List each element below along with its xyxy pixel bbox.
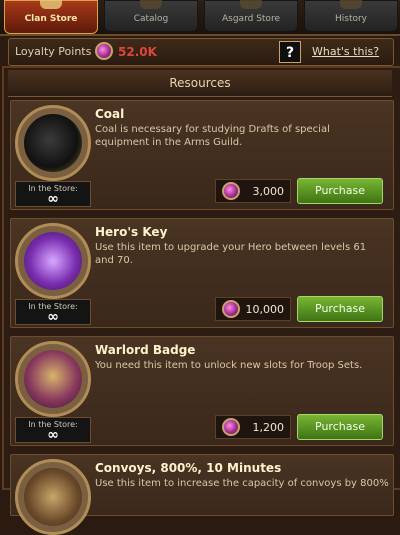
tab-catalog[interactable]: Catalog xyxy=(104,0,198,32)
price-box: 10,000 xyxy=(215,297,291,321)
item-name: Hero's Key xyxy=(95,225,168,239)
tab-asgard-store[interactable]: Asgard Store xyxy=(204,0,298,32)
history-icon xyxy=(340,0,362,9)
item-description: Coal is necessary for studying Drafts of… xyxy=(95,124,330,148)
store-item: Hero's Key Use this item to upgrade your… xyxy=(10,218,394,328)
tab-label: History xyxy=(334,14,368,24)
item-name: Coal xyxy=(95,107,125,121)
stock-value: ∞ xyxy=(47,427,59,443)
price-box: 1,200 xyxy=(215,415,291,439)
item-description: Use this item to upgrade your Hero betwe… xyxy=(95,242,367,266)
loyalty-coin-icon xyxy=(222,300,240,318)
purchase-button[interactable]: Purchase xyxy=(297,296,383,322)
tab-label: Asgard Store xyxy=(222,14,280,24)
loyalty-coin-icon xyxy=(95,42,113,60)
clan-store-icon xyxy=(40,0,62,9)
loyalty-coin-icon xyxy=(222,182,240,200)
stock-value: ∞ xyxy=(47,191,59,207)
loyalty-coin-icon xyxy=(222,418,240,436)
tab-clan-store[interactable]: Clan Store xyxy=(4,0,98,34)
store-item: Convoys, 800%, 10 Minutes Use this item … xyxy=(10,454,394,535)
section-title: Resources xyxy=(8,70,392,97)
stock-value: ∞ xyxy=(47,309,59,325)
item-price: 10,000 xyxy=(245,303,285,316)
key-icon xyxy=(15,223,91,299)
loyalty-value: 52.0K xyxy=(118,45,157,59)
price-box: 3,000 xyxy=(215,179,291,203)
store-item: Warlord Badge You need this item to unlo… xyxy=(10,336,394,446)
loyalty-label: Loyalty Points xyxy=(15,45,92,58)
tab-label: Clan Store xyxy=(24,14,78,24)
stock-indicator: In the Store: ∞ xyxy=(15,417,91,443)
tab-history[interactable]: History xyxy=(304,0,398,32)
store-item: Coal Coal is necessary for studying Draf… xyxy=(10,100,394,210)
whats-this-link[interactable]: What's this? xyxy=(312,45,379,58)
item-name: Convoys, 800%, 10 Minutes xyxy=(95,461,282,475)
asgard-store-icon xyxy=(240,0,262,9)
loyalty-bar: Loyalty Points 52.0K ? What's this? xyxy=(8,38,394,66)
item-description: Use this item to increase the capacity o… xyxy=(95,478,389,489)
catalog-icon xyxy=(140,0,162,9)
help-icon[interactable]: ? xyxy=(279,41,301,63)
item-price: 3,000 xyxy=(252,185,285,198)
purchase-button[interactable]: Purchase xyxy=(297,178,383,204)
tab-label: Catalog xyxy=(133,14,169,24)
badge-icon xyxy=(15,341,91,417)
stock-indicator: In the Store: ∞ xyxy=(15,299,91,325)
item-price: 1,200 xyxy=(252,421,285,434)
coal-icon xyxy=(15,105,91,181)
convoy-icon xyxy=(15,459,91,535)
tab-bar: Clan Store Catalog Asgard Store History xyxy=(0,0,400,36)
item-description: You need this item to unlock new slots f… xyxy=(95,360,363,371)
purchase-button[interactable]: Purchase xyxy=(297,414,383,440)
stock-indicator: In the Store: ∞ xyxy=(15,181,91,207)
item-name: Warlord Badge xyxy=(95,343,196,357)
